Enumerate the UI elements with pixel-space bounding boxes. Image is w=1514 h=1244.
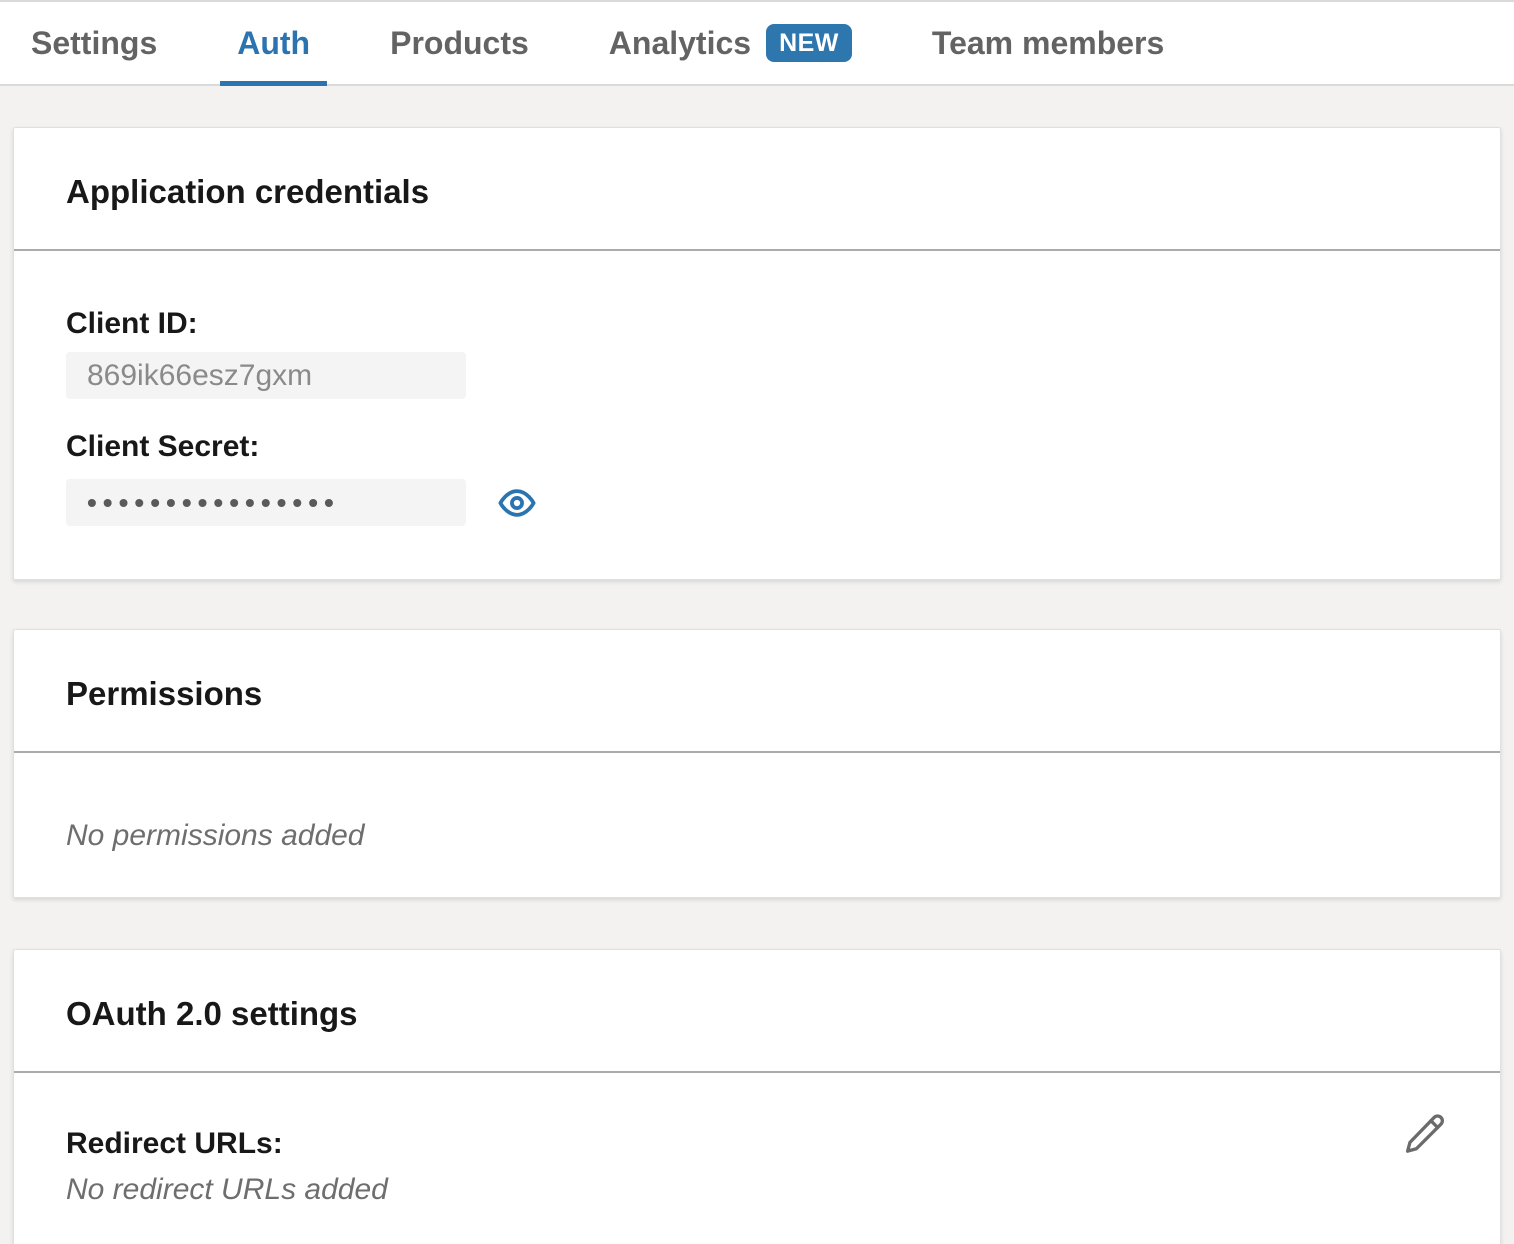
oauth-settings-header: OAuth 2.0 settings xyxy=(14,950,1500,1073)
permissions-title: Permissions xyxy=(66,675,1448,713)
application-credentials-body: Client ID: 869ik66esz7gxm Client Secret:… xyxy=(14,251,1500,579)
tab-analytics-label: Analytics xyxy=(609,25,751,62)
redirect-urls-block: Redirect URLs: No redirect URLs added xyxy=(66,1111,388,1205)
new-badge: NEW xyxy=(766,24,852,62)
eye-icon xyxy=(498,484,536,522)
oauth-settings-title: OAuth 2.0 settings xyxy=(66,995,1448,1033)
tab-team-members[interactable]: Team members xyxy=(932,2,1164,84)
redirect-urls-label: Redirect URLs: xyxy=(66,1129,388,1159)
client-secret-row: •••••••••••••••• xyxy=(66,479,1448,526)
page-content: Application credentials Client ID: 869ik… xyxy=(0,127,1514,1244)
tab-bar: Settings Auth Products Analytics NEW Tea… xyxy=(0,0,1514,86)
pencil-icon xyxy=(1403,1111,1447,1155)
application-credentials-card: Application credentials Client ID: 869ik… xyxy=(13,127,1501,580)
tab-settings-label: Settings xyxy=(31,25,157,62)
permissions-header: Permissions xyxy=(14,630,1500,753)
client-id-field[interactable]: 869ik66esz7gxm xyxy=(66,352,466,399)
application-credentials-header: Application credentials xyxy=(14,128,1500,251)
tab-products[interactable]: Products xyxy=(390,2,529,84)
permissions-body: No permissions added xyxy=(14,753,1500,897)
reveal-secret-button[interactable] xyxy=(497,483,537,523)
tab-auth[interactable]: Auth xyxy=(237,2,310,84)
client-secret-label: Client Secret: xyxy=(66,432,1448,462)
client-id-label: Client ID: xyxy=(66,309,1448,339)
tab-auth-label: Auth xyxy=(237,25,310,62)
permissions-card: Permissions No permissions added xyxy=(13,629,1501,898)
tab-team-members-label: Team members xyxy=(932,25,1164,62)
application-credentials-title: Application credentials xyxy=(66,173,1448,211)
redirect-urls-empty-text: No redirect URLs added xyxy=(66,1175,388,1205)
tab-products-label: Products xyxy=(390,25,529,62)
oauth-settings-card: OAuth 2.0 settings Redirect URLs: No red… xyxy=(13,949,1501,1244)
permissions-empty-text: No permissions added xyxy=(66,821,1448,851)
oauth-settings-body: Redirect URLs: No redirect URLs added xyxy=(14,1073,1500,1244)
tab-settings[interactable]: Settings xyxy=(31,2,157,84)
edit-redirect-urls-button[interactable] xyxy=(1402,1111,1448,1157)
client-secret-field[interactable]: •••••••••••••••• xyxy=(66,479,466,526)
tab-analytics[interactable]: Analytics NEW xyxy=(609,2,852,84)
